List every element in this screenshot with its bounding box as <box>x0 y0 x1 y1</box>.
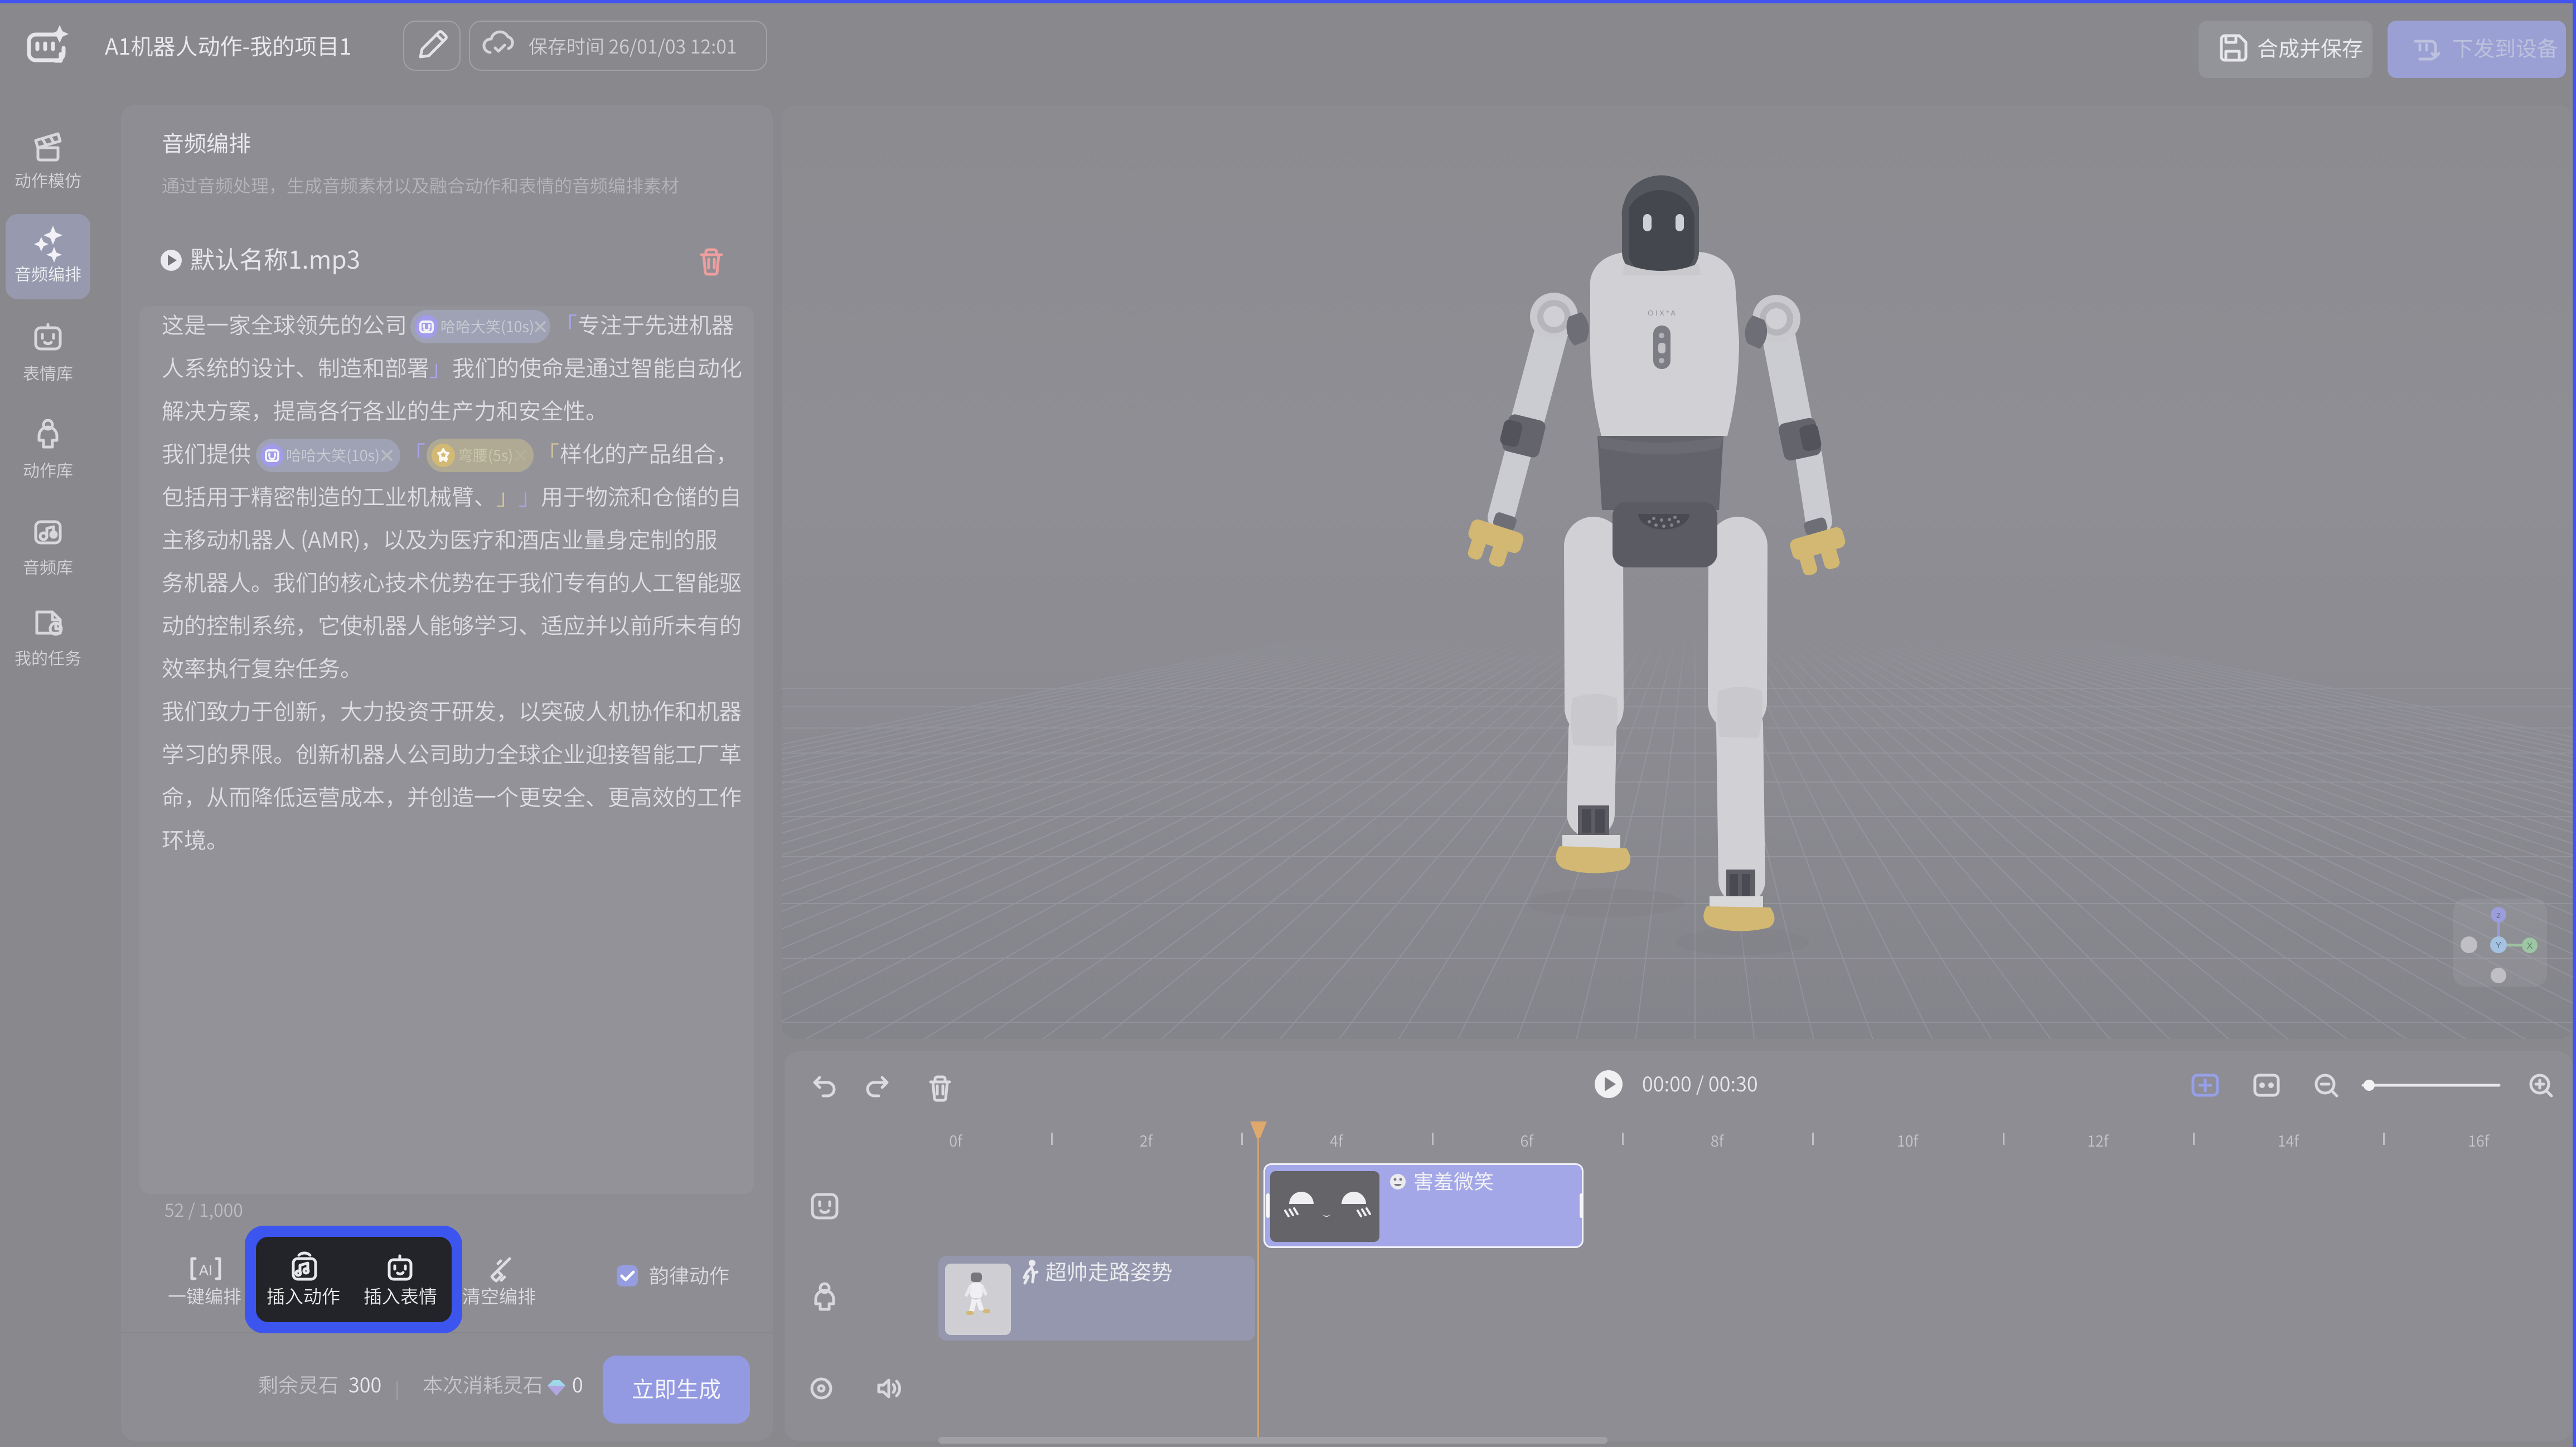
svg-text:AI: AI <box>199 1262 213 1279</box>
